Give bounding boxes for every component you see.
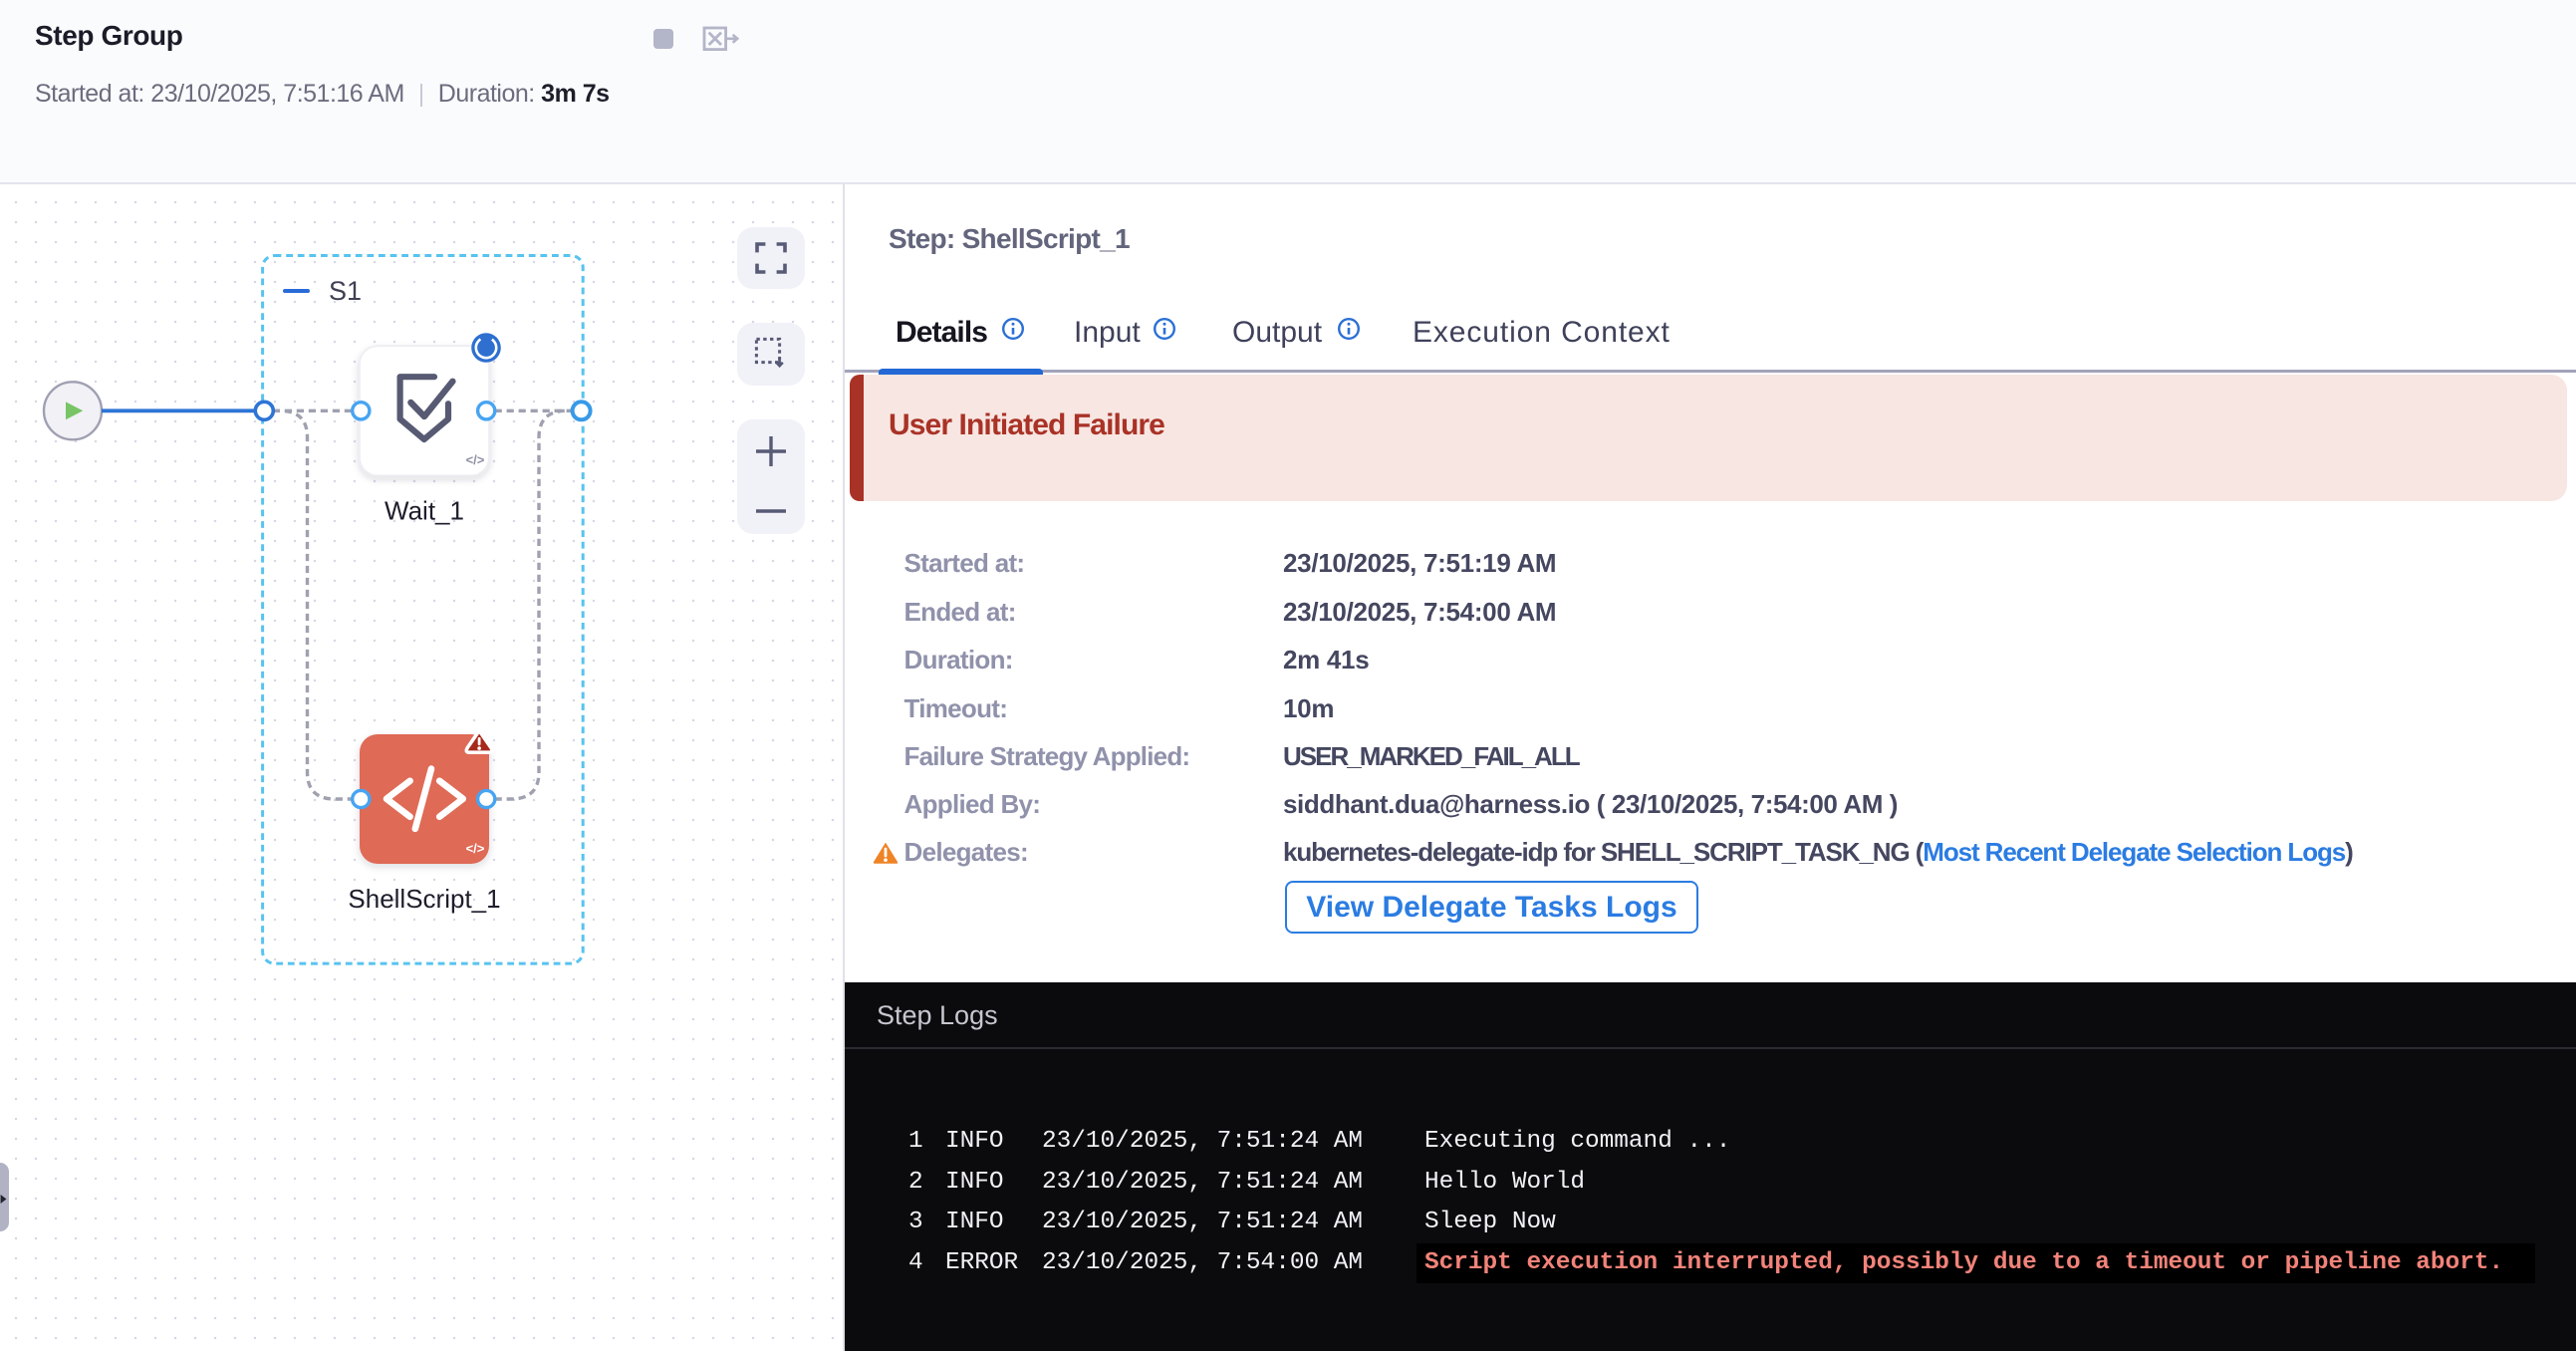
svg-text:</>: </> (466, 841, 485, 856)
svg-text:</>: </> (466, 452, 485, 467)
svg-text:Wait_1: Wait_1 (385, 496, 464, 526)
svg-text:ShellScript_1: ShellScript_1 (348, 884, 500, 914)
svg-text:S1: S1 (329, 276, 362, 306)
